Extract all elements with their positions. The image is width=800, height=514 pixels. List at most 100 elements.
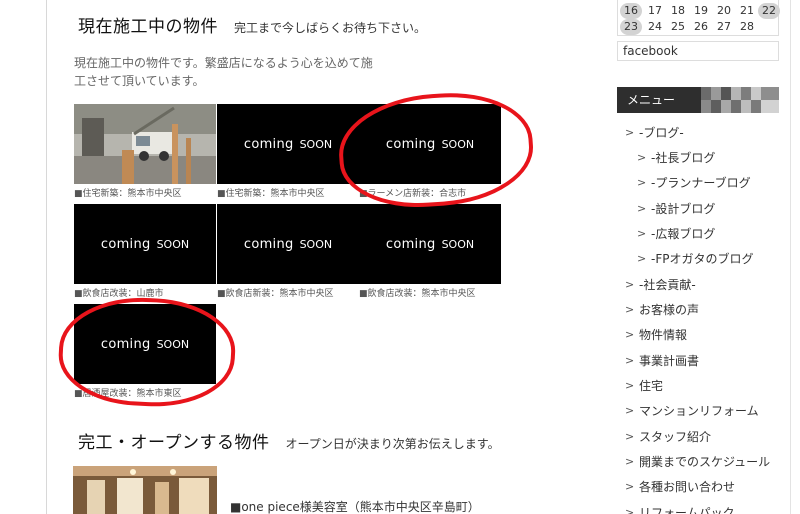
menu-item-social-contribution[interactable]: > -社会貢献- xyxy=(617,272,779,297)
menu-item-pr-blog[interactable]: > -広報ブログ xyxy=(617,221,779,246)
menu-item-label: 事業計画書 xyxy=(639,354,700,368)
chevron-right-icon: > xyxy=(625,404,635,417)
chevron-right-icon: > xyxy=(625,379,635,392)
current-section-title: 現在施工中の物件 xyxy=(78,17,218,37)
chevron-right-icon: > xyxy=(625,430,635,443)
menu-item-label: 物件情報 xyxy=(639,328,688,342)
chevron-right-icon: > xyxy=(637,227,647,240)
completed-project-photo[interactable] xyxy=(73,466,217,514)
tile-caption-5: ■飲食店新装：熊本市中央区 xyxy=(217,289,334,299)
menu-heading: メニュー xyxy=(617,87,779,113)
completed-section-subtitle: オープン日が決まり次第お伝えします。 xyxy=(285,437,500,451)
calendar-day[interactable]: 28 xyxy=(736,19,758,35)
calendar-day[interactable]: 17 xyxy=(644,3,666,19)
current-section-heading: 現在施工中の物件 完工まで今しばらくお待ち下さい。 xyxy=(78,12,426,37)
menu-item-reform-pack[interactable]: > リフォームパック xyxy=(617,500,779,514)
chevron-right-icon: > xyxy=(625,480,635,493)
menu-item-housing[interactable]: > 住宅 xyxy=(617,373,779,398)
coming-soon-sub: SOON xyxy=(299,137,333,151)
calendar-day[interactable]: 27 xyxy=(713,19,735,35)
calendar-day[interactable]: 24 xyxy=(644,19,666,35)
salon-photo xyxy=(73,466,217,514)
tile-caption-6: ■飲食店改装：熊本市中央区 xyxy=(359,289,476,299)
chevron-right-icon: > xyxy=(625,126,635,139)
menu-item-customer-voices[interactable]: > お客様の声 xyxy=(617,297,779,322)
coming-soon-tile-4[interactable]: coming SOON xyxy=(74,204,216,284)
coming-soon-tile-6[interactable]: coming SOON xyxy=(359,204,501,284)
menu-item-staff[interactable]: > スタッフ紹介 xyxy=(617,424,779,449)
menu-item-label: -社長ブログ xyxy=(651,151,716,165)
menu-item-label: -社会貢献- xyxy=(639,278,696,292)
menu-item-label: リフォームパック xyxy=(639,506,735,514)
menu-item-property-info[interactable]: > 物件情報 xyxy=(617,322,779,347)
facebook-widget[interactable]: facebook xyxy=(617,41,779,61)
sidebar-right-border xyxy=(790,0,791,514)
menu-item-label: -設計ブログ xyxy=(651,202,716,216)
completed-section-title: 完工・オープンする物件 xyxy=(78,433,270,453)
calendar-day[interactable]: 16 xyxy=(620,3,642,19)
menu-item-president-blog[interactable]: > -社長ブログ xyxy=(617,145,779,170)
chevron-right-icon: > xyxy=(637,176,647,189)
menu-heading-label: メニュー xyxy=(627,93,676,107)
current-intro-text: 現在施工中の物件です。繁盛店になるよう心を込めて施工させて頂いています。 xyxy=(74,56,373,88)
construction-photo xyxy=(74,104,216,184)
calendar-day[interactable]: 19 xyxy=(690,3,712,19)
chevron-right-icon: > xyxy=(637,151,647,164)
completed-project-title[interactable]: ■one piece様美容室（熊本市中央区辛島町） xyxy=(230,498,480,514)
menu-item-label: スタッフ紹介 xyxy=(639,430,712,444)
coming-soon-text: coming xyxy=(100,236,151,252)
chevron-right-icon: > xyxy=(637,202,647,215)
completed-section-heading: 完工・オープンする物件 オープン日が決まり次第お伝えします。 xyxy=(78,428,500,453)
menu-item-label: -FPオガタのブログ xyxy=(651,252,754,266)
chevron-right-icon: > xyxy=(625,455,635,468)
menu-item-label: -ブログ- xyxy=(639,126,684,140)
coming-soon-sub: SOON xyxy=(441,237,475,251)
menu-item-label: 開業までのスケジュール xyxy=(639,455,771,469)
coming-soon-tile-5[interactable]: coming SOON xyxy=(217,204,359,284)
chevron-right-icon: > xyxy=(625,354,635,367)
coming-soon-tile-2[interactable]: coming SOON xyxy=(217,104,359,184)
menu-item-design-blog[interactable]: > -設計ブログ xyxy=(617,196,779,221)
calendar-day[interactable]: 20 xyxy=(713,3,735,19)
menu-item-label: 住宅 xyxy=(639,379,664,393)
tile-caption-4: ■飲食店改装：山鹿市 xyxy=(74,289,164,299)
chevron-right-icon: > xyxy=(625,328,635,341)
coming-soon-text: coming xyxy=(243,136,294,152)
coming-soon-sub: SOON xyxy=(299,237,333,251)
calendar-widget: 16 17 18 19 20 21 22 23 24 25 26 27 28 xyxy=(617,0,780,36)
chevron-right-icon: > xyxy=(625,506,635,514)
calendar-week-row: 23 24 25 26 27 28 xyxy=(618,19,780,35)
calendar-week-row: 16 17 18 19 20 21 22 xyxy=(618,3,780,19)
current-section-subtitle: 完工まで今しばらくお待ち下さい。 xyxy=(234,21,427,35)
sidebar: 16 17 18 19 20 21 22 23 24 25 26 27 28 f… xyxy=(617,0,780,514)
menu-item-label: -プランナーブログ xyxy=(651,176,751,190)
menu-item-fp-blog[interactable]: > -FPオガタのブログ xyxy=(617,246,779,271)
calendar-day[interactable]: 18 xyxy=(667,3,689,19)
coming-soon-text: coming xyxy=(385,236,436,252)
tile-caption-1: ■住宅新築：熊本市中央区 xyxy=(74,189,182,199)
mosaic-decoration-icon xyxy=(701,87,779,113)
main-content: 現在施工中の物件 完工まで今しばらくお待ち下さい。 現在施工中の物件です。繁盛店… xyxy=(47,0,600,514)
chevron-right-icon: > xyxy=(625,303,635,316)
menu-item-label: -広報ブログ xyxy=(651,227,716,241)
menu-item-mansion-reform[interactable]: > マンションリフォーム xyxy=(617,398,779,423)
calendar-day[interactable]: 26 xyxy=(690,19,712,35)
menu-item-business-plan[interactable]: > 事業計画書 xyxy=(617,348,779,373)
project-photo-construction[interactable] xyxy=(74,104,216,184)
menu-item-contact[interactable]: > 各種お問い合わせ xyxy=(617,474,779,499)
coming-soon-text: coming xyxy=(243,236,294,252)
menu-item-label: 各種お問い合わせ xyxy=(639,480,736,494)
tile-caption-2: ■住宅新築：熊本市中央区 xyxy=(217,189,325,199)
calendar-day[interactable]: 22 xyxy=(758,3,780,19)
menu-item-planner-blog[interactable]: > -プランナーブログ xyxy=(617,170,779,195)
menu-item-label: お客様の声 xyxy=(639,303,700,317)
menu-item-blog[interactable]: > -ブログ- xyxy=(617,120,779,145)
chevron-right-icon: > xyxy=(625,278,635,291)
menu-item-label: マンションリフォーム xyxy=(639,404,759,418)
menu-item-opening-schedule[interactable]: > 開業までのスケジュール xyxy=(617,449,779,474)
calendar-day[interactable]: 21 xyxy=(736,3,758,19)
coming-soon-sub: SOON xyxy=(156,237,190,251)
chevron-right-icon: > xyxy=(637,252,647,265)
calendar-day[interactable]: 25 xyxy=(667,19,689,35)
calendar-day[interactable]: 23 xyxy=(620,19,642,35)
